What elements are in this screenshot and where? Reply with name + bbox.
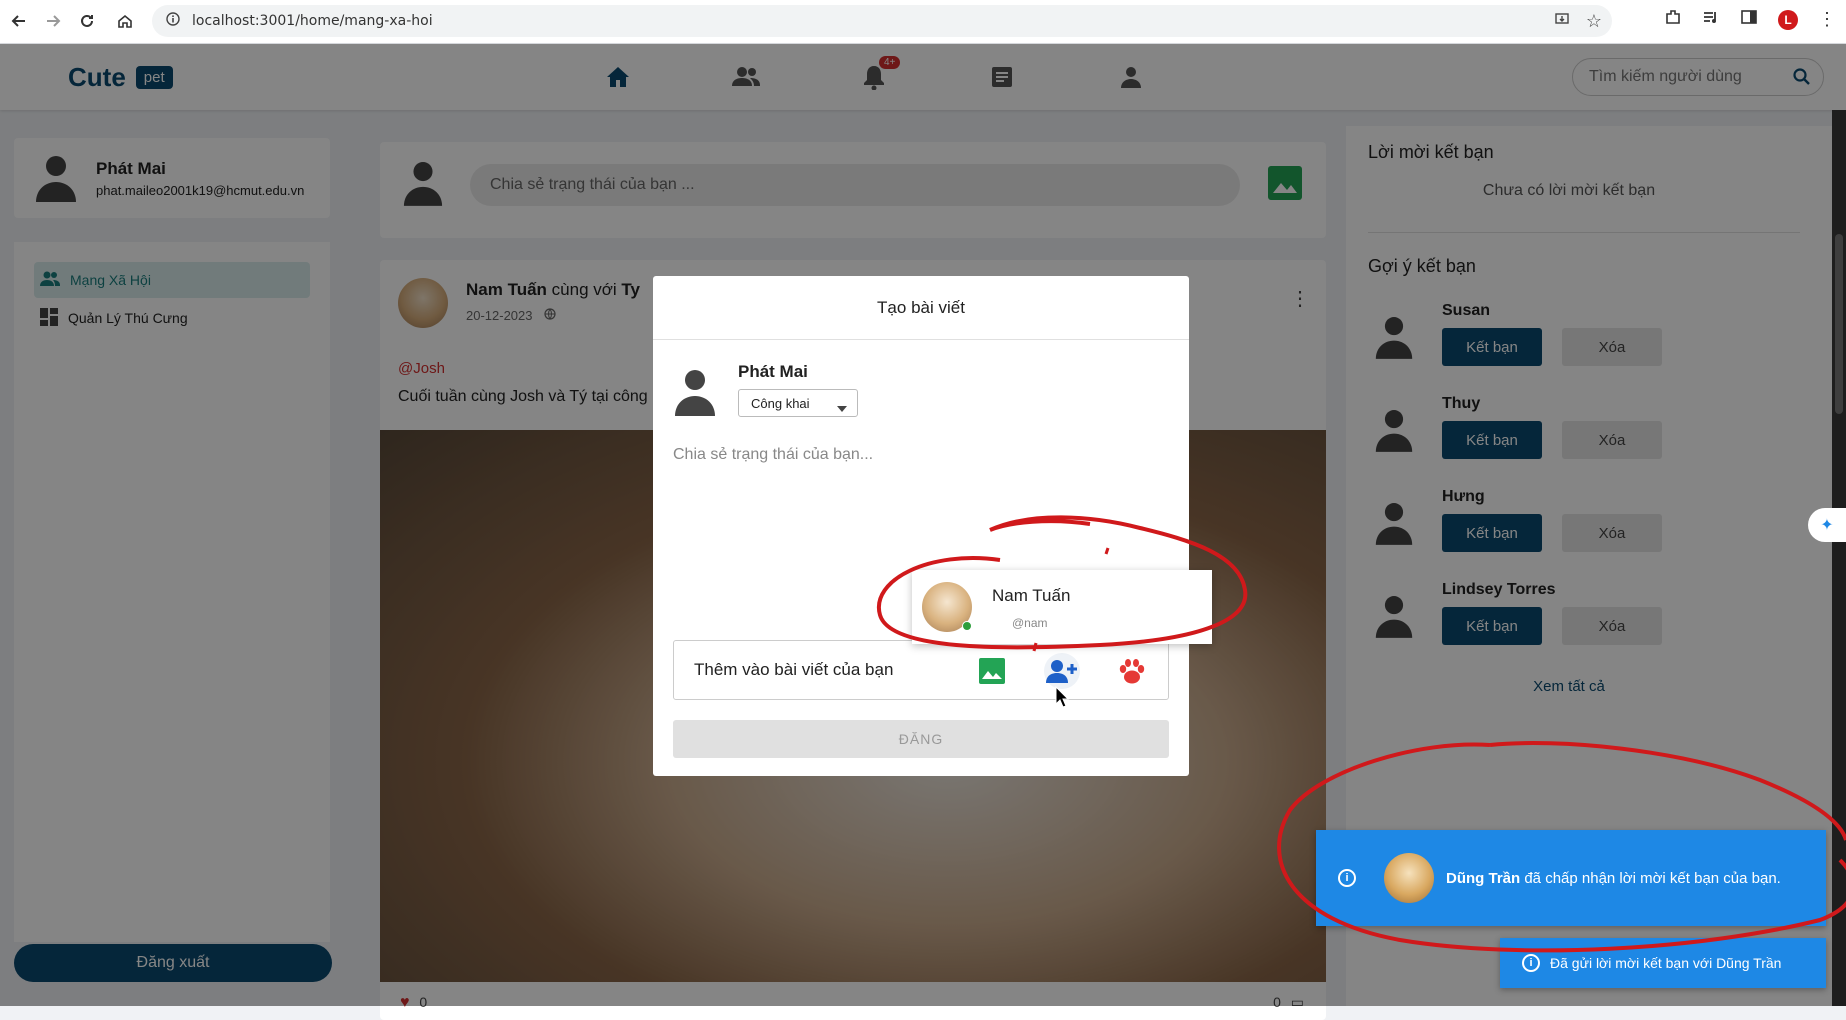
friend-request-sent-toast[interactable]: i Đã gửi lời mời kết bạn với Dũng Trần — [1500, 938, 1826, 988]
privacy-value: Công khai — [751, 395, 810, 411]
site-info-icon[interactable] — [166, 11, 180, 31]
forward-icon[interactable] — [36, 4, 70, 38]
back-icon[interactable] — [2, 4, 36, 38]
add-to-post-bar: Thêm vào bài viết của bạn — [673, 640, 1169, 700]
tag-pet-paw-icon[interactable] — [1114, 653, 1150, 689]
bookmark-star-icon[interactable]: ☆ — [1586, 11, 1602, 32]
reload-icon[interactable] — [70, 4, 104, 38]
chevron-down-icon — [837, 400, 847, 415]
side-panel-icon[interactable] — [1740, 8, 1758, 31]
add-to-post-label: Thêm vào bài viết của bạn — [694, 660, 894, 679]
info-icon: i — [1522, 954, 1540, 972]
toast-user-name: Dũng Trần — [1446, 869, 1521, 887]
modal-user-name: Phát Mai — [738, 362, 808, 381]
url-text: localhost:3001/home/mang-xa-hoi — [192, 13, 433, 29]
create-post-modal: Tạo bài viết Phát Mai Công khai Chia sẻ … — [653, 276, 1189, 776]
info-icon: i — [1338, 869, 1356, 887]
browser-profile-avatar[interactable]: L — [1778, 9, 1798, 30]
tag-suggestion-item[interactable]: Nam Tuấn @nam — [912, 570, 1212, 644]
post-text-area[interactable]: Chia sẻ trạng thái của bạn... — [673, 446, 873, 464]
submit-post-button[interactable]: ĐĂNG — [673, 720, 1169, 758]
toast-avatar — [1384, 853, 1434, 903]
toast-text: đã chấp nhận lời mời kết bạn của bạn. — [1520, 869, 1781, 887]
toast-small-text: Đã gửi lời mời kết bạn với Dũng Trần — [1550, 955, 1782, 971]
extensions-icon[interactable] — [1664, 8, 1682, 31]
browser-menu-icon[interactable]: ⋮ — [1818, 9, 1836, 30]
floating-assistant-icon[interactable]: ✦ — [1808, 508, 1846, 542]
tag-suggestion-handle: @nam — [1012, 616, 1048, 630]
address-bar[interactable]: localhost:3001/home/mang-xa-hoi ☆ — [152, 5, 1612, 37]
add-image-icon[interactable] — [974, 653, 1010, 689]
tag-friend-icon[interactable] — [1044, 653, 1080, 689]
privacy-select[interactable]: Công khai — [738, 389, 858, 417]
toast-message: Dũng Trần đã chấp nhận lời mời kết bạn c… — [1446, 870, 1781, 887]
home-icon[interactable] — [108, 4, 142, 38]
media-control-icon[interactable] — [1702, 8, 1720, 31]
install-app-icon[interactable] — [1554, 11, 1570, 32]
friend-accepted-toast[interactable]: i Dũng Trần đã chấp nhận lời mời kết bạn… — [1316, 830, 1826, 926]
modal-user-avatar-icon — [673, 368, 717, 416]
mouse-cursor-icon — [1055, 685, 1070, 713]
browser-toolbar: localhost:3001/home/mang-xa-hoi ☆ L ⋮ — [0, 0, 1846, 44]
online-status-dot — [962, 621, 972, 631]
modal-title: Tạo bài viết — [653, 276, 1189, 340]
tag-suggestion-name: Nam Tuấn — [992, 586, 1071, 605]
